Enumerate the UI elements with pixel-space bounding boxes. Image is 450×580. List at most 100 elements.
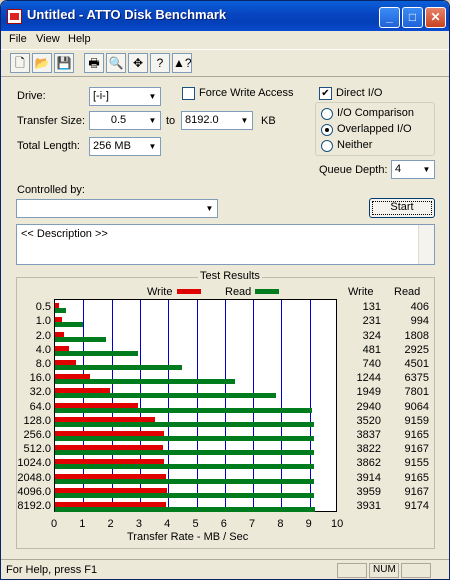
y-tick-label: 64.0: [29, 400, 51, 413]
x-tick-label: 0: [50, 518, 58, 530]
read-bar: [55, 350, 138, 356]
read-bar: [55, 393, 276, 399]
write-value: 3914: [356, 471, 381, 484]
write-column-header: Write: [348, 286, 374, 298]
write-value: 1949: [356, 386, 381, 399]
chevron-down-icon[interactable]: ▼: [144, 138, 160, 155]
chevron-down-icon[interactable]: ▼: [201, 200, 217, 217]
read-value: 9165: [404, 471, 429, 484]
transfer-to-select[interactable]: 8192.0 ▼: [181, 111, 253, 130]
force-write-checkbox[interactable]: [182, 87, 195, 100]
menu-help[interactable]: Help: [68, 33, 91, 45]
chevron-down-icon[interactable]: ▼: [144, 88, 160, 105]
write-value: 3959: [356, 485, 381, 498]
minimize-button[interactable]: _: [379, 7, 400, 28]
direct-io-checkbox[interactable]: ✔: [319, 87, 332, 100]
description-scrollbar[interactable]: [418, 225, 434, 264]
overlapped-io-label: Overlapped I/O: [337, 123, 412, 135]
move-icon[interactable]: ✥: [128, 53, 148, 73]
x-tick-label: 1: [79, 518, 86, 530]
read-value: 9174: [404, 499, 429, 512]
read-value: 9159: [404, 414, 429, 427]
x-tick-label: 2: [107, 518, 114, 530]
neither-radio[interactable]: [321, 140, 333, 152]
transfer-to-value: 8192.0: [185, 114, 219, 126]
read-value: 9167: [404, 443, 429, 456]
y-tick-label: 1024.0: [17, 457, 51, 470]
io-comparison-radio[interactable]: [321, 108, 333, 120]
description-box[interactable]: << Description >>: [16, 224, 435, 265]
read-value: 994: [410, 315, 429, 328]
read-bar: [55, 364, 183, 370]
start-button[interactable]: Start: [369, 198, 435, 218]
write-legend-label: Write: [147, 286, 173, 298]
window-title: Untitled - ATTO Disk Benchmark: [27, 7, 227, 22]
menu-view[interactable]: View: [36, 33, 60, 45]
controlled-by-select[interactable]: ▼: [16, 199, 218, 218]
x-tick-label: 7: [249, 518, 256, 530]
chevron-down-icon[interactable]: ▼: [236, 112, 252, 129]
y-tick-label: 2.0: [35, 329, 51, 342]
read-bar: [55, 407, 312, 413]
read-value: 1808: [404, 329, 429, 342]
status-bar: For Help, press F1 NUM: [1, 559, 449, 579]
new-icon[interactable]: 🗋: [10, 53, 30, 73]
overlapped-io-radio[interactable]: [321, 124, 333, 136]
x-tick-label: 10: [331, 518, 344, 530]
write-value: 231: [362, 315, 381, 328]
read-bar: [55, 450, 315, 456]
queue-depth-value: 4: [395, 163, 402, 175]
save-icon[interactable]: 💾: [54, 53, 74, 73]
queue-depth-label: Queue Depth:: [319, 164, 388, 176]
context-help-icon[interactable]: ▲?: [172, 53, 192, 73]
y-tick-label: 16.0: [29, 372, 51, 385]
x-tick-label: 6: [220, 518, 227, 530]
x-axis-label: Transfer Rate - MB / Sec: [127, 531, 249, 543]
write-value: 324: [362, 329, 381, 342]
close-button[interactable]: ✕: [425, 7, 446, 28]
drive-select[interactable]: [-i-] ▼: [89, 87, 161, 106]
chevron-down-icon[interactable]: ▼: [418, 161, 434, 178]
read-value: 9165: [404, 428, 429, 441]
read-value: 9167: [404, 485, 429, 498]
read-value: 4501: [404, 357, 429, 370]
maximize-button[interactable]: □: [402, 7, 423, 28]
read-legend-swatch: [255, 289, 279, 294]
status-panel: [337, 563, 367, 578]
open-icon[interactable]: 📂: [32, 53, 52, 73]
test-results-title: Test Results: [198, 270, 262, 282]
results-chart: [54, 299, 337, 512]
write-value: 2940: [356, 400, 381, 413]
io-comparison-label: I/O Comparison: [337, 107, 415, 119]
write-value: 740: [362, 357, 381, 370]
y-tick-label: 32.0: [29, 386, 51, 399]
help-icon[interactable]: ?: [150, 53, 170, 73]
menu-file[interactable]: File: [9, 33, 27, 45]
num-indicator: NUM: [369, 563, 399, 578]
status-panel: [401, 563, 431, 578]
total-length-select[interactable]: 256 MB ▼: [89, 137, 161, 156]
x-tick-label: 9: [305, 518, 312, 530]
write-value: 3520: [356, 414, 381, 427]
queue-depth-select[interactable]: 4 ▼: [391, 160, 435, 179]
chevron-down-icon[interactable]: ▼: [144, 112, 160, 129]
x-tick-label: 8: [277, 518, 284, 530]
y-tick-label: 2048.0: [17, 471, 51, 484]
y-tick-label: 128.0: [23, 414, 51, 427]
write-value: 481: [362, 343, 381, 356]
read-bar: [55, 492, 315, 498]
description-text: << Description >>: [21, 228, 108, 240]
read-bar: [55, 464, 315, 470]
read-bar: [55, 421, 315, 427]
toolbar: 🗋 📂 💾 🖶 🔍 ✥ ? ▲?: [1, 49, 449, 77]
y-tick-label: 1.0: [35, 315, 51, 328]
read-bar: [55, 336, 107, 342]
drive-label: Drive:: [17, 90, 46, 102]
transfer-size-label: Transfer Size:: [17, 115, 86, 127]
print-preview-icon[interactable]: 🔍: [106, 53, 126, 73]
transfer-from-select[interactable]: 0.5 ▼: [89, 111, 161, 130]
title-bar[interactable]: Untitled - ATTO Disk Benchmark _ □ ✕: [1, 1, 449, 31]
read-value: 9155: [404, 457, 429, 470]
read-value: 2925: [404, 343, 429, 356]
print-icon[interactable]: 🖶: [84, 53, 104, 73]
